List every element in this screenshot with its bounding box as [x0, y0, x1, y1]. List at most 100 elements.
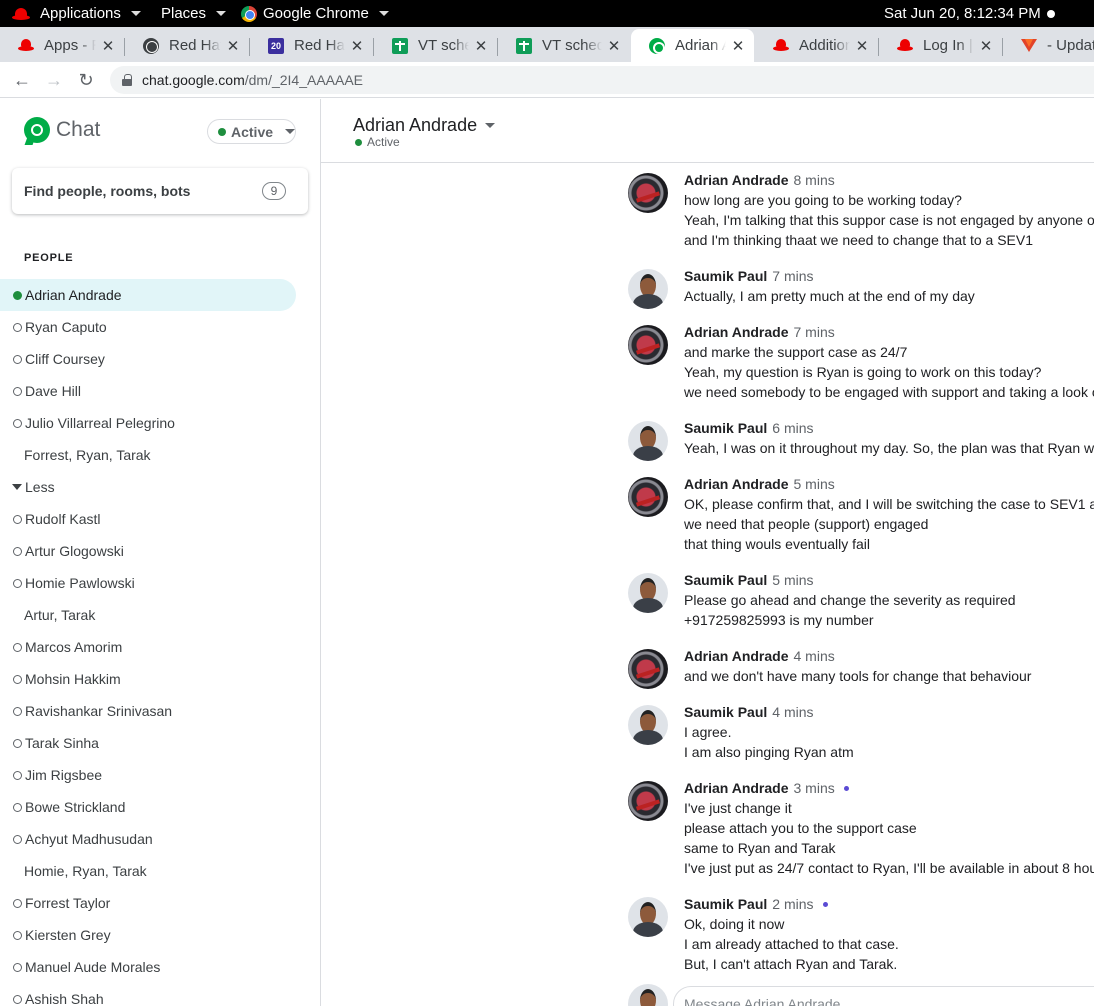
sidebar-item-group[interactable]: Homie, Ryan, Tarak — [0, 855, 296, 887]
message-timestamp: 3 mins — [793, 780, 835, 796]
avatar[interactable] — [628, 325, 668, 365]
places-menu[interactable]: Places — [161, 0, 227, 27]
chat-logo[interactable]: Chat — [24, 117, 100, 143]
avatar[interactable] — [628, 649, 668, 689]
sidebar-item-person[interactable]: Achyut Madhusudan — [0, 823, 296, 855]
search-input[interactable]: Find people, rooms, bots 9 — [12, 168, 308, 214]
close-icon[interactable]: ✕ — [100, 37, 116, 55]
notification-dot-icon — [1046, 9, 1055, 18]
browser-tab[interactable]: Additional Info✕ — [755, 29, 878, 62]
message-author[interactable]: Saumik Paul — [684, 572, 767, 588]
browser-tab[interactable]: Adrian Andrade✕ — [631, 29, 754, 62]
search-placeholder: Find people, rooms, bots — [24, 183, 191, 199]
places-label: Places — [161, 5, 207, 22]
message-text: I agree. — [684, 724, 732, 740]
message-body: Saumik Paul 4 mins I agree. I am also pingi… — [684, 702, 1094, 762]
sidebar-item-person[interactable]: Ravishankar Srinivasan — [0, 695, 296, 727]
avatar — [628, 984, 668, 1006]
message-author[interactable]: Saumik Paul — [684, 704, 767, 720]
message-timestamp: 4 mins — [772, 704, 814, 720]
message-input[interactable]: Message Adrian Andrade — [673, 986, 1094, 1006]
message-author[interactable]: Adrian Andrade — [684, 780, 789, 796]
close-icon[interactable]: ✕ — [349, 37, 365, 55]
sidebar-item-person[interactable]: Ryan Caputo — [0, 311, 296, 343]
sidebar-item-person[interactable]: Jim Rigsbee — [0, 759, 296, 791]
message-timestamp: 5 mins — [772, 572, 814, 588]
message-text: we need that people (support) engaged — [684, 516, 929, 532]
browser-tab[interactable]: 20 Red Hat - Calendar✕ — [250, 29, 373, 62]
message-timestamp: 6 mins — [772, 420, 814, 436]
sidebar-item-person[interactable]: Manuel Aude Morales — [0, 951, 296, 983]
message-author[interactable]: Saumik Paul — [684, 896, 767, 912]
chat-sidebar: Chat Active Find people, rooms, bots 9 P… — [0, 99, 321, 1006]
browser-tab[interactable]: - Update — [1003, 29, 1094, 62]
applications-menu[interactable]: Applications — [12, 0, 141, 27]
avatar[interactable] — [628, 477, 668, 517]
sidebar-item-person[interactable]: Marcos Amorim — [0, 631, 296, 663]
sidebar-item-person[interactable]: Adrian Andrade — [0, 279, 296, 311]
reload-button[interactable]: ↻ — [73, 67, 99, 93]
message-author[interactable]: Adrian Andrade — [684, 648, 789, 664]
show-less-toggle[interactable]: Less — [0, 471, 296, 503]
browser-tab[interactable]: Log In | Red Hat✕ — [879, 29, 1002, 62]
sidebar-item-group[interactable]: Forrest, Ryan, Tarak — [0, 439, 296, 471]
sidebar-item-person[interactable]: Tarak Sinha — [0, 727, 296, 759]
sidebar-item-group[interactable]: Artur, Tarak — [0, 599, 296, 631]
sidebar-item-label: Artur, Tarak — [24, 607, 96, 623]
close-icon[interactable]: ✕ — [730, 37, 746, 55]
sidebar-item-person[interactable]: Bowe Strickland — [0, 791, 296, 823]
sidebar-item-person[interactable]: Mohsin Hakkim — [0, 663, 296, 695]
browser-tab[interactable]: VT schedule✕ — [374, 29, 497, 62]
avatar[interactable] — [628, 173, 668, 213]
avatar[interactable] — [628, 897, 668, 937]
browser-tab[interactable]: VT schedule✕ — [498, 29, 630, 62]
message-author[interactable]: Saumik Paul — [684, 420, 767, 436]
message-author[interactable]: Adrian Andrade — [684, 172, 789, 188]
offline-status-icon — [13, 994, 22, 1004]
browser-tab[interactable]: Red Hat Portal✕ — [125, 29, 249, 62]
close-icon[interactable]: ✕ — [473, 37, 489, 55]
sidebar-item-person[interactable]: Artur Glogowski — [0, 535, 296, 567]
chevron-down-icon — [485, 123, 496, 128]
browser-tab[interactable]: Apps - Red Hat✕ — [0, 29, 124, 62]
message-author[interactable]: Saumik Paul — [684, 268, 767, 284]
sidebar-item-person[interactable]: Forrest Taylor — [0, 887, 296, 919]
sidebar-item-person[interactable]: Kiersten Grey — [0, 919, 296, 951]
forward-button[interactable]: → — [41, 67, 67, 93]
avatar[interactable] — [628, 781, 668, 821]
message-list: Message Adrian Andrade Adrian Andrade 8 m… — [321, 163, 1094, 1006]
status-selector[interactable]: Active — [207, 119, 296, 144]
avatar[interactable] — [628, 573, 668, 613]
sidebar-item-person[interactable]: Dave Hill — [0, 375, 296, 407]
offline-status-icon — [13, 418, 22, 428]
conversation-title[interactable]: Adrian Andrade — [353, 115, 496, 136]
offline-status-icon — [13, 322, 22, 332]
avatar[interactable] — [628, 269, 668, 309]
close-icon[interactable]: ✕ — [606, 37, 622, 55]
active-app-menu[interactable]: Google Chrome — [241, 0, 389, 27]
sidebar-item-label: Homie Pawlowski — [25, 575, 135, 591]
offline-status-icon — [13, 354, 22, 364]
avatar[interactable] — [628, 421, 668, 461]
sidebar-item-person[interactable]: Ashish Shah — [0, 983, 296, 1006]
avatar[interactable] — [628, 705, 668, 745]
offline-status-icon — [13, 962, 22, 972]
close-icon[interactable]: ✕ — [854, 37, 870, 55]
sidebar-item-person[interactable]: Julio Villarreal Pelegrino — [0, 407, 296, 439]
sidebar-item-person[interactable]: Cliff Coursey — [0, 343, 296, 375]
people-section-header[interactable]: PEOPLE — [24, 252, 73, 264]
message-text: and we don't have many tools for change … — [684, 668, 1032, 684]
message-author[interactable]: Adrian Andrade — [684, 476, 789, 492]
address-bar[interactable]: chat.google.com/dm/_2I4_AAAAAE — [110, 66, 1094, 94]
tab-title: VT schedule — [542, 37, 602, 54]
message-text: Yeah, my question is Ryan is going to wo… — [684, 364, 1042, 380]
sidebar-item-person[interactable]: Rudolf Kastl — [0, 503, 296, 535]
message-author[interactable]: Adrian Andrade — [684, 324, 789, 340]
close-icon[interactable]: ✕ — [978, 37, 994, 55]
clock[interactable]: Sat Jun 20, 8:12:34 PM — [884, 0, 1055, 27]
sidebar-item-person[interactable]: Homie Pawlowski — [0, 567, 296, 599]
close-icon[interactable]: ✕ — [225, 37, 241, 55]
message-body: Adrian Andrade 3 mins I've just change it p… — [684, 778, 1094, 878]
back-button[interactable]: ← — [9, 67, 35, 93]
offline-status-icon — [13, 930, 22, 940]
